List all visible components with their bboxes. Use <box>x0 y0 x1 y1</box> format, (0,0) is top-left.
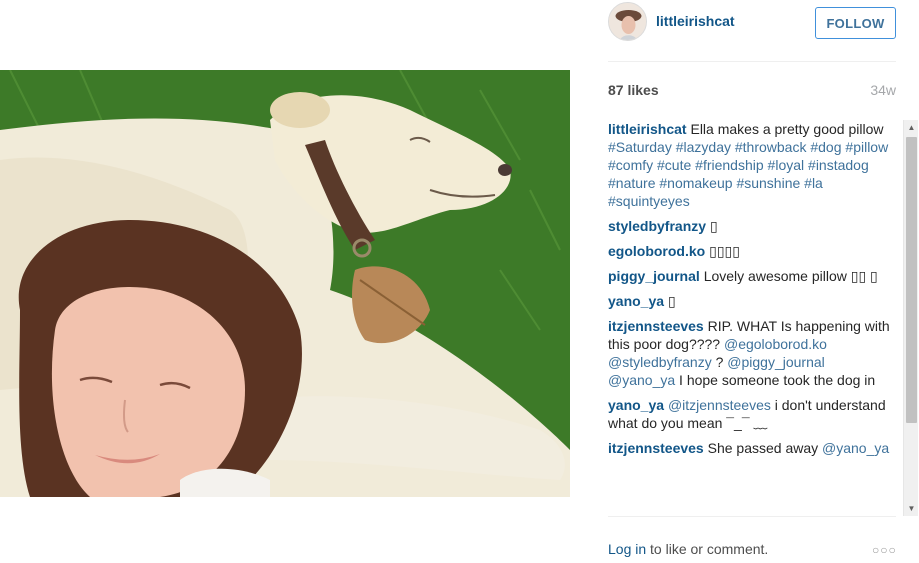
caption-hashtags: #Saturday #lazyday #throwback #dog #pill… <box>608 139 888 209</box>
comment-author[interactable]: yano_ya <box>608 293 664 309</box>
comment-item: styledbyfranzy ▯ <box>608 217 890 235</box>
hashtag-link[interactable]: #pillow <box>845 139 888 155</box>
hashtag-link[interactable]: #throwback <box>735 139 807 155</box>
hashtag-link[interactable]: #cute <box>657 157 691 173</box>
mention-link[interactable]: @itzjennsteeves <box>668 397 771 413</box>
hashtag-link[interactable]: #instadog <box>808 157 869 173</box>
comment-text: I hope someone took the dog in <box>675 372 876 388</box>
post-header: littleirishcat FOLLOW <box>608 2 898 42</box>
comment-text: She passed away <box>707 440 823 456</box>
mention-link[interactable]: @styledbyfranzy <box>608 354 712 370</box>
post-username[interactable]: littleirishcat <box>656 13 735 29</box>
comment-author[interactable]: yano_ya <box>608 397 664 413</box>
header-divider <box>608 61 896 62</box>
mention-link[interactable]: @egoloborod.ko <box>724 336 827 352</box>
hashtag-link[interactable]: #Saturday <box>608 139 672 155</box>
mention-link[interactable]: @piggy_journal <box>727 354 825 370</box>
user-avatar[interactable] <box>608 2 647 41</box>
post-footer: Log in to like or comment. ○○○ <box>608 541 898 561</box>
hashtag-link[interactable]: #la <box>804 175 823 191</box>
hashtag-link[interactable]: #lazyday <box>676 139 731 155</box>
comment-author[interactable]: egoloborod.ko <box>608 243 705 259</box>
scroll-up-arrow-icon[interactable]: ▲ <box>904 120 919 135</box>
likes-row: 87 likes 34w <box>608 80 896 100</box>
comment-text: ? <box>711 354 728 370</box>
hashtag-link[interactable]: #loyal <box>768 157 805 173</box>
instagram-post-page: littleirishcat FOLLOW 87 likes 34w littl… <box>0 0 919 563</box>
caption-author[interactable]: littleirishcat <box>608 121 687 137</box>
hashtag-link[interactable]: #nomakeup <box>659 175 732 191</box>
more-options-icon[interactable]: ○○○ <box>872 543 897 557</box>
post-photo <box>0 70 570 497</box>
login-prompt-text: to like or comment. <box>646 541 769 557</box>
comment-author[interactable]: itzjennsteeves <box>608 318 704 334</box>
caption: littleirishcat Ella makes a pretty good … <box>608 120 890 210</box>
hashtag-link[interactable]: #comfy <box>608 157 653 173</box>
hashtag-link[interactable]: #sunshine <box>736 175 800 191</box>
post-sidebar: littleirishcat FOLLOW 87 likes 34w littl… <box>588 0 919 563</box>
comment-text: ▯ <box>709 218 718 234</box>
comments-scrollbar[interactable]: ▲ ▼ <box>903 120 918 516</box>
mention-link[interactable]: @yano_ya <box>822 440 889 456</box>
footer-divider <box>608 516 896 517</box>
post-photo-image <box>0 70 570 497</box>
comment-text: Lovely awesome pillow ▯▯ ▯ <box>703 268 878 284</box>
comment-author[interactable]: styledbyfranzy <box>608 218 706 234</box>
comment-item: yano_ya @itzjennsteeves i don't understa… <box>608 396 890 432</box>
comment-item: piggy_journal Lovely awesome pillow ▯▯ ▯ <box>608 267 890 285</box>
scroll-thumb[interactable] <box>906 137 917 423</box>
hashtag-link[interactable]: #squintyeyes <box>608 193 690 209</box>
comment-item: itzjennsteeves RIP. WHAT Is happening wi… <box>608 317 890 389</box>
hashtag-link[interactable]: #friendship <box>695 157 764 173</box>
scroll-down-arrow-icon[interactable]: ▼ <box>904 501 919 516</box>
login-link[interactable]: Log in <box>608 541 646 557</box>
comment-item: yano_ya ▯ <box>608 292 890 310</box>
comment-text: ▯▯▯▯ <box>709 243 740 259</box>
mention-link[interactable]: @yano_ya <box>608 372 675 388</box>
likes-count[interactable]: 87 likes <box>608 82 659 98</box>
hashtag-link[interactable]: #dog <box>810 139 841 155</box>
post-time[interactable]: 34w <box>870 82 896 98</box>
comment-item: egoloborod.ko ▯▯▯▯ <box>608 242 890 260</box>
avatar-image <box>609 3 646 40</box>
comment-item: itzjennsteeves She passed away @yano_ya <box>608 439 890 457</box>
comment-text: ▯ <box>667 293 676 309</box>
follow-button[interactable]: FOLLOW <box>815 7 896 39</box>
comment-author[interactable]: itzjennsteeves <box>608 440 704 456</box>
comment-author[interactable]: piggy_journal <box>608 268 700 284</box>
hashtag-link[interactable]: #nature <box>608 175 655 191</box>
caption-text: Ella makes a pretty good pillow <box>690 121 884 137</box>
comments-list[interactable]: littleirishcat Ella makes a pretty good … <box>608 120 890 515</box>
